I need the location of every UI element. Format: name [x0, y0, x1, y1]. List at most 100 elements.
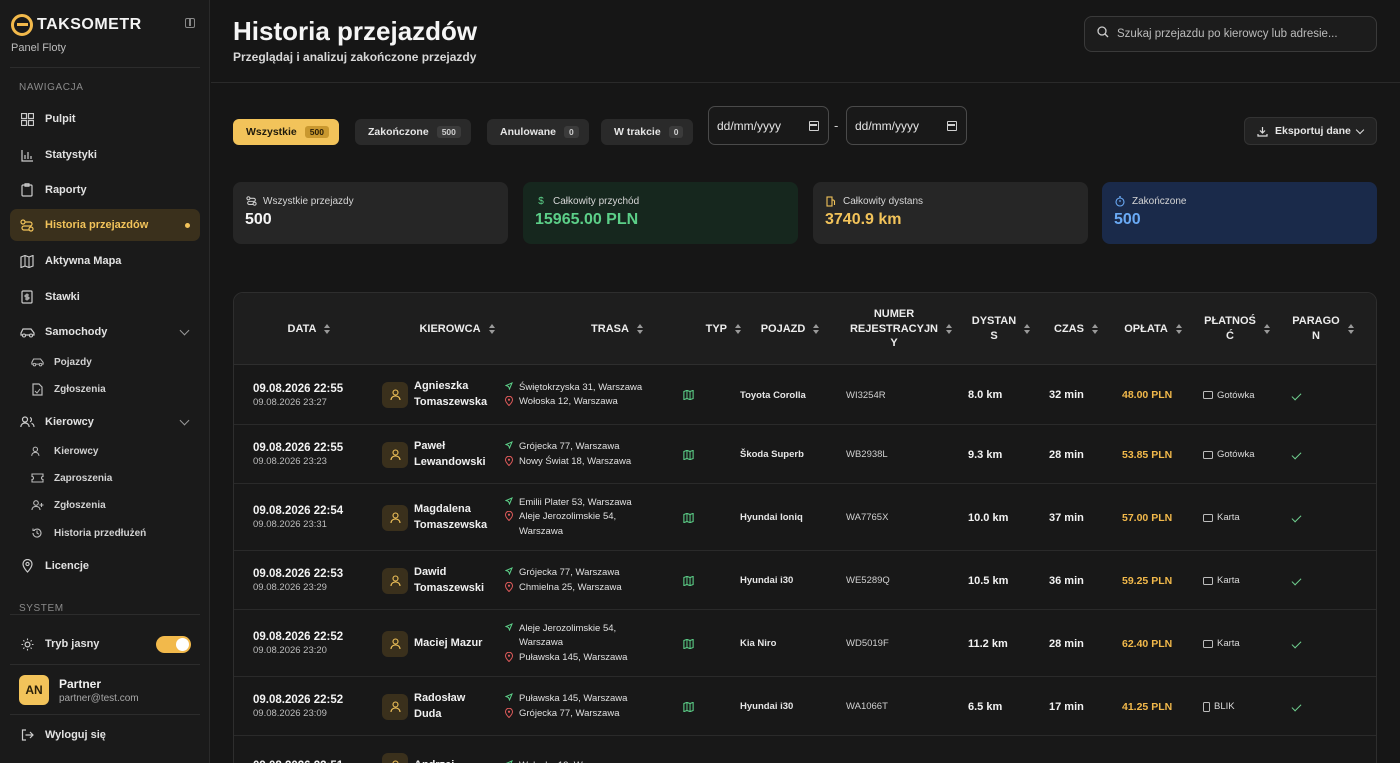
search-box[interactable] — [1084, 16, 1377, 52]
route-to: Aleje Jerozolimskie 54, Warszawa — [519, 511, 617, 537]
type-cell[interactable] — [683, 551, 694, 610]
filter-inprogress-button[interactable]: W trakcie 0 — [601, 119, 694, 145]
route-to: Wołoska 12, Warszawa — [519, 396, 618, 407]
col-header-data[interactable]: DATA — [234, 293, 384, 365]
calendar-icon[interactable] — [809, 121, 819, 131]
col-header-platnosc[interactable]: PŁATNOŚ Ć — [1194, 293, 1280, 365]
sidebar-item-label: Zgłoszenia — [54, 383, 106, 395]
brand-logo[interactable]: TAKSOMETR — [11, 14, 201, 36]
avatar[interactable]: AN — [19, 675, 49, 705]
driver-cell[interactable]: Paweł Lewandowski — [382, 425, 486, 484]
filter-all-button[interactable]: Wszystkie 500 — [233, 119, 339, 145]
driver-cell[interactable]: Radosław Duda — [382, 677, 465, 736]
sidebar-item-raporty[interactable]: Raporty — [10, 174, 200, 206]
navigation-icon — [504, 622, 514, 632]
ticket-icon — [30, 471, 44, 485]
route-cell: Aleje Jerozolimskie 54, Warszawa Puławska … — [504, 610, 627, 677]
date-cell: 09.08.2026 22:55 09.08.2026 23:23 — [253, 425, 343, 484]
sidebar-collapse-icon[interactable] — [185, 18, 195, 28]
sun-icon — [19, 636, 35, 652]
type-cell[interactable] — [683, 484, 694, 551]
sidebar-item-samochody[interactable]: Samochody — [10, 316, 200, 348]
sidebar-item-stawki[interactable]: Stawki — [10, 281, 200, 313]
date-to-value: dd/mm/yyyy — [855, 118, 920, 133]
col-header-czas[interactable]: CZAS — [1040, 293, 1112, 365]
sidebar-subitem-zgloszenia-samochody[interactable]: Zgłoszenia — [30, 377, 200, 401]
end-date: 09.08.2026 23:29 — [253, 582, 327, 593]
phone-icon — [1203, 701, 1210, 712]
col-header-numer[interactable]: NUMER REJESTRACYJN Y — [838, 293, 964, 365]
driver-cell[interactable]: Maciej Mazur — [382, 610, 482, 677]
type-cell[interactable] — [683, 365, 694, 425]
map-icon — [683, 390, 694, 400]
table-row[interactable]: 09.08.2026 22:52 09.08.2026 23:09 Radosław… — [234, 677, 1376, 736]
end-date: 09.08.2026 23:31 — [253, 519, 327, 530]
fare-cell: 57.00 PLN — [1122, 511, 1173, 524]
col-header-pojazd[interactable]: POJAZD — [739, 293, 841, 365]
filter-cancelled-button[interactable]: Anulowane 0 — [487, 119, 589, 145]
type-cell[interactable] — [683, 425, 694, 484]
sidebar-item-licencje[interactable]: Licencje — [10, 550, 200, 582]
receipt-cell — [1291, 365, 1302, 425]
driver-cell[interactable]: Dawid Tomaszewski — [382, 551, 484, 610]
map-icon — [683, 701, 694, 712]
fuel-icon — [825, 195, 837, 207]
distance-cell: 9.3 km — [968, 448, 1003, 461]
driver-cell[interactable]: Andrzej — [382, 736, 454, 763]
sidebar-item-historia[interactable]: Historia przejazdów — [10, 209, 200, 241]
calendar-icon[interactable] — [947, 121, 957, 131]
sidebar-subitem-zaproszenia[interactable]: Zaproszenia — [30, 466, 200, 490]
sidebar-item-kierowcy[interactable]: Kierowcy — [10, 406, 200, 438]
col-header-typ[interactable]: TYP — [666, 293, 746, 365]
fare-cell: 62.40 PLN — [1122, 637, 1173, 650]
date-from-value: dd/mm/yyyy — [717, 118, 782, 133]
stat-card-revenue: $ Całkowity przychód 15965.00 PLN — [523, 182, 798, 244]
header-divider — [211, 82, 1400, 83]
logout-button[interactable]: Wyloguj się — [10, 719, 200, 751]
table-row[interactable]: 09.08.2026 22:54 09.08.2026 23:31 Magdalen… — [234, 484, 1376, 551]
theme-toggle[interactable] — [156, 636, 191, 653]
start-date: 09.08.2026 22:52 — [253, 694, 344, 706]
date-to-input[interactable]: dd/mm/yyyy — [846, 106, 967, 145]
table-row[interactable]: 09.08.2026 22:53 09.08.2026 23:29 Dawid Tom… — [234, 551, 1376, 610]
table-row[interactable]: 09.08.2026 22:55 09.08.2026 23:27 Agnieszk… — [234, 365, 1376, 425]
filter-count: 500 — [436, 126, 461, 138]
sidebar-item-mapa[interactable]: Aktywna Mapa — [10, 245, 200, 277]
table-header: DATA KIEROWCA TRASA TYP POJAZD NUMER REJE… — [234, 293, 1376, 365]
sidebar-subitem-zgloszenia-kierowcy[interactable]: Zgłoszenia — [30, 493, 200, 517]
sort-icon — [1175, 324, 1182, 334]
type-cell[interactable] — [683, 610, 694, 677]
sidebar-subitem-pojazdy[interactable]: Pojazdy — [30, 350, 200, 374]
col-header-kierowca[interactable]: KIEROWCA — [384, 293, 530, 365]
date-from-input[interactable]: dd/mm/yyyy — [708, 106, 829, 145]
driver-cell[interactable]: Magdalena Tomaszewska — [382, 484, 487, 551]
col-header-oplata[interactable]: OPŁATA — [1112, 293, 1194, 365]
fare-cell: 59.25 PLN — [1122, 574, 1173, 587]
user-icon — [382, 693, 408, 720]
col-header-dystans[interactable]: DYSTAN S — [961, 293, 1041, 365]
date-cell: 09.08.2026 22:53 09.08.2026 23:29 — [253, 551, 343, 610]
driver-name: Dawid Tomaszewski — [414, 565, 485, 594]
export-button[interactable]: Eksportuj dane — [1244, 117, 1377, 145]
sort-icon — [1091, 324, 1098, 334]
sidebar-subitem-kierowcy[interactable]: Kierowcy — [30, 439, 200, 463]
export-label: Eksportuj dane — [1275, 125, 1351, 137]
route-cell: Puławska 145, Warszawa Grójecka 77, Warsz… — [504, 677, 627, 736]
table-row[interactable]: 09.08.2026 22:52 09.08.2026 23:20 Maciej M… — [234, 610, 1376, 677]
filter-count: 500 — [304, 126, 329, 138]
table-row[interactable]: 09.08.2026 22:51 Andrzej Wołoska 12, Warsz… — [234, 736, 1376, 763]
user-icon — [382, 630, 408, 657]
sidebar-item-pulpit[interactable]: Pulpit — [10, 103, 200, 135]
driver-cell[interactable]: Agnieszka Tomaszewska — [382, 365, 487, 425]
sidebar-subitem-historia-przedluzen[interactable]: Historia przedłużeń — [30, 521, 200, 545]
theme-label: Tryb jasny — [45, 638, 100, 650]
col-header-paragon[interactable]: PARAGO N — [1280, 293, 1366, 365]
logout-icon — [19, 727, 35, 743]
filter-label: Anulowane — [500, 126, 557, 138]
type-cell[interactable] — [683, 677, 694, 736]
table-row[interactable]: 09.08.2026 22:55 09.08.2026 23:23 Paweł Lew… — [234, 425, 1376, 484]
search-input[interactable] — [1117, 28, 1367, 40]
card-icon — [1203, 576, 1213, 585]
filter-done-button[interactable]: Zakończone 500 — [355, 119, 471, 145]
sidebar-item-statystyki[interactable]: Statystyki — [10, 139, 200, 171]
